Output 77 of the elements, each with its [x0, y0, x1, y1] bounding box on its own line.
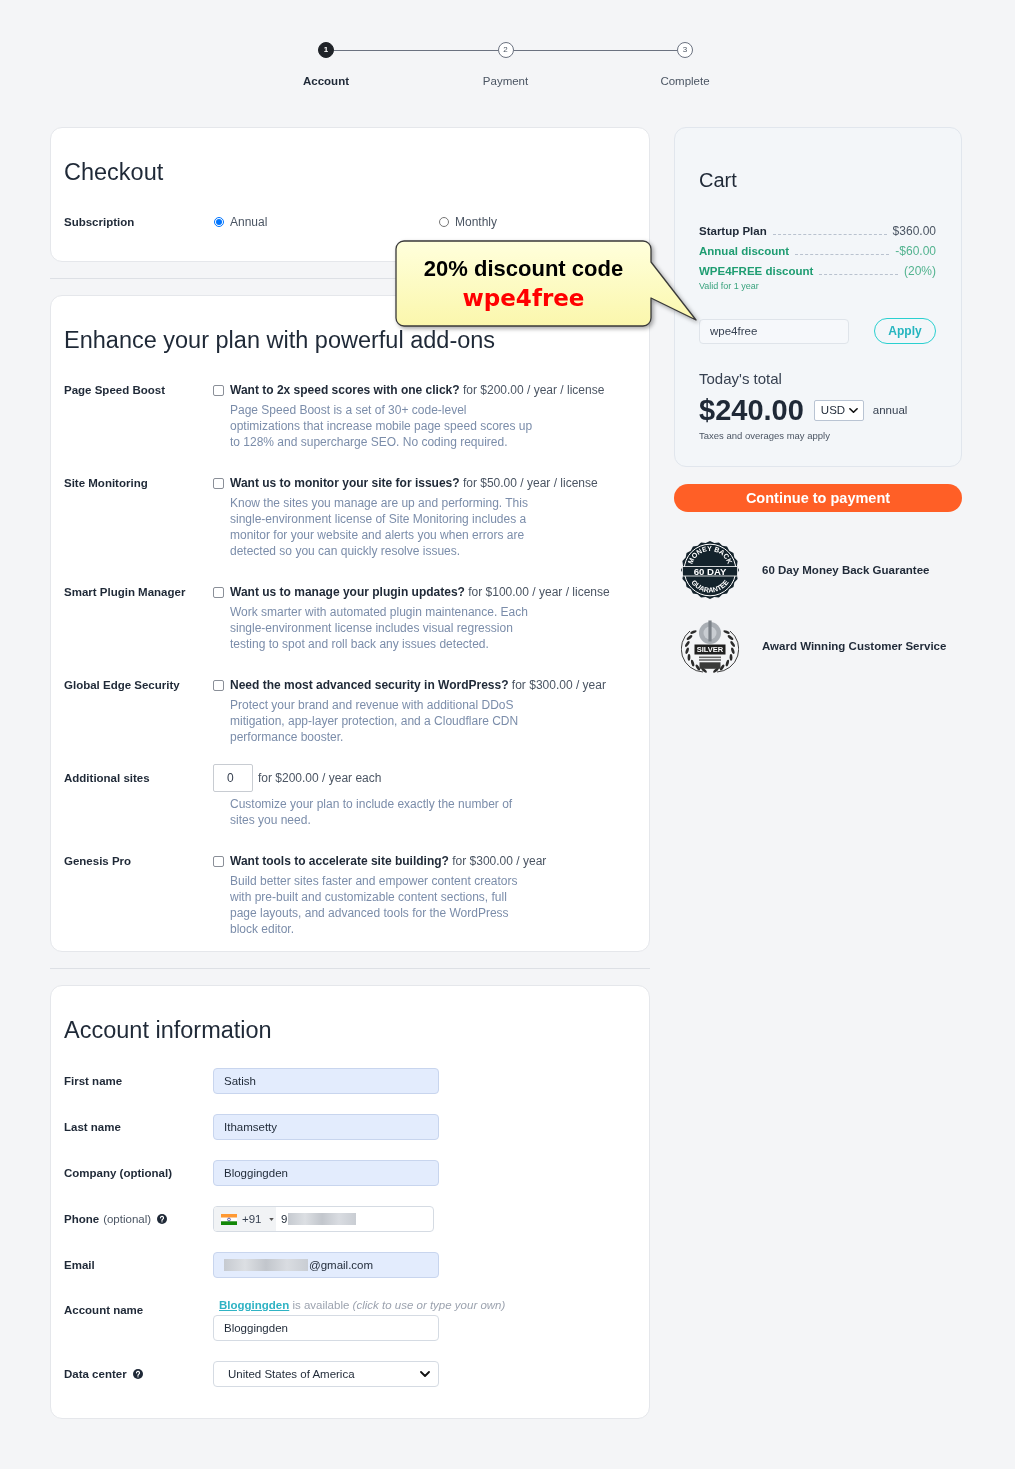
- addon-description: Build better sites faster and empower content creators with pre-built and customizable content sections, full page layouts, and advanced tools for the WordPress block editor.: [229, 873, 519, 937]
- help-icon[interactable]: [157, 1214, 168, 1224]
- checkbox[interactable]: [213, 855, 224, 867]
- line-item-amount: (20%): [904, 263, 936, 280]
- checkbox[interactable]: [213, 477, 224, 489]
- radio-option[interactable]: Monthly: [438, 214, 498, 230]
- guarantee-text: Award Winning Customer Service: [762, 640, 947, 652]
- text-field[interactable]: Bloggingden: [213, 1160, 439, 1186]
- addon-description: Protect your brand and revenue with additional DDoS mitigation, app-layer protection, and a Cloudflare CDN performance booster.: [229, 697, 520, 745]
- total-amount: $240.00: [699, 394, 804, 426]
- addon-offer: Want tools to accelerate site building? for $300.00 / year: [230, 853, 547, 869]
- quantity-field[interactable]: 0: [213, 764, 253, 792]
- optional-note: (optional): [103, 1212, 152, 1227]
- addon-offer: Need the most advanced security in WordPress? for $300.00 / year: [230, 677, 606, 693]
- addon-offer: Want us to monitor your site for issues? for $50.00 / year / license: [230, 475, 598, 491]
- data-center-select[interactable]: United States of America: [213, 1361, 439, 1387]
- phone-field[interactable]: +91 9: [213, 1206, 434, 1232]
- addon-name: Smart Plugin Manager: [64, 585, 187, 600]
- text-field[interactable]: Satish: [213, 1068, 439, 1094]
- step-indicator: 2: [497, 42, 514, 58]
- step-label: Complete: [660, 74, 710, 88]
- field-label: Data center: [64, 1367, 127, 1382]
- line-item-amount: $360.00: [892, 223, 936, 240]
- text-field[interactable]: @gmail.com: [213, 1252, 439, 1278]
- addon-name: Genesis Pro: [64, 854, 133, 869]
- field-label: Phone: [64, 1212, 100, 1227]
- validity-note: Valid for 1 year: [699, 281, 760, 292]
- field-label: Subscription: [64, 215, 136, 230]
- addon-description: Know the sites you manage are up and performing. This single-environment license of Site Monitoring includes a monitor for your website and alerts you when errors are detected so you can quickly resolve issues.: [229, 495, 529, 559]
- section-title: Checkout: [64, 158, 165, 187]
- addon-offer: Want us to manage your plugin updates? for $100.00 / year / license: [230, 584, 610, 600]
- addon-description: Page Speed Boost is a set of 30+ code-level optimizations that increase mobile page speed scores up to 128% and supercharge SEO. No coding required.: [229, 402, 534, 450]
- account-name-field[interactable]: Bloggingden: [213, 1315, 439, 1341]
- field-label: Email: [64, 1258, 95, 1273]
- tax-note: Taxes and overages may apply: [699, 430, 831, 442]
- callout-title: 20% discount code: [423, 254, 624, 283]
- section-title: Enhance your plan with powerful add-ons: [64, 326, 497, 355]
- chevron-icon: [848, 407, 858, 413]
- step-indicator: 1: [318, 42, 334, 58]
- availability-message: Bloggingden is available (click to use or type your own): [218, 1298, 507, 1312]
- caret-icon: [268, 1217, 274, 1221]
- line-item-amount: -$60.00: [895, 243, 936, 260]
- radio-option[interactable]: Annual: [213, 214, 268, 230]
- coupon-field[interactable]: wpe4free: [699, 318, 849, 344]
- addon-description: Work smarter with automated plugin maintenance. Each single-environment license includes visual regression testing to spot and roll back any issues detected.: [229, 604, 529, 652]
- step-indicator: 3: [677, 42, 693, 58]
- addon-name: Site Monitoring: [64, 476, 149, 491]
- help-icon[interactable]: [132, 1369, 143, 1379]
- callout-code: wpe4free: [462, 283, 585, 313]
- step-label: Payment: [482, 74, 529, 88]
- line-item-label: Annual discount: [699, 244, 790, 259]
- field-label: First name: [64, 1074, 123, 1089]
- addon-description: Customize your plan to include exactly the number of sites you need.: [229, 796, 514, 828]
- checkbox[interactable]: [213, 679, 224, 691]
- guarantee-text: 60 Day Money Back Guarantee: [762, 564, 930, 576]
- checkbox[interactable]: [213, 384, 224, 396]
- addon-offer: Want to 2x speed scores with one click? for $200.00 / year / license: [230, 382, 605, 398]
- text-field[interactable]: Ithamsetty: [213, 1114, 439, 1140]
- total-label: Today's total: [699, 370, 783, 388]
- checkbox[interactable]: [213, 586, 224, 598]
- billing-period: annual: [872, 404, 908, 416]
- addon-name: Global Edge Security: [64, 678, 181, 693]
- field-label: Last name: [64, 1120, 121, 1135]
- step-label: Account: [303, 74, 349, 88]
- addon-name: Additional sites: [64, 771, 151, 786]
- country-code-selector[interactable]: +91: [214, 1207, 276, 1231]
- addon-name: Page Speed Boost: [64, 383, 166, 398]
- line-item-label: WPE4FREE discount: [699, 264, 814, 279]
- section-title: Account information: [64, 1016, 273, 1045]
- addon-offer: for $200.00 / year each: [258, 770, 382, 786]
- field-label: Company (optional): [64, 1166, 172, 1181]
- chevron-icon: [420, 1371, 430, 1377]
- section-title: Cart: [699, 168, 738, 193]
- flag-icon: [221, 1213, 237, 1225]
- field-label: Account name: [64, 1303, 144, 1318]
- line-item-label: Startup Plan: [699, 224, 767, 239]
- currency-select[interactable]: USD: [813, 399, 864, 421]
